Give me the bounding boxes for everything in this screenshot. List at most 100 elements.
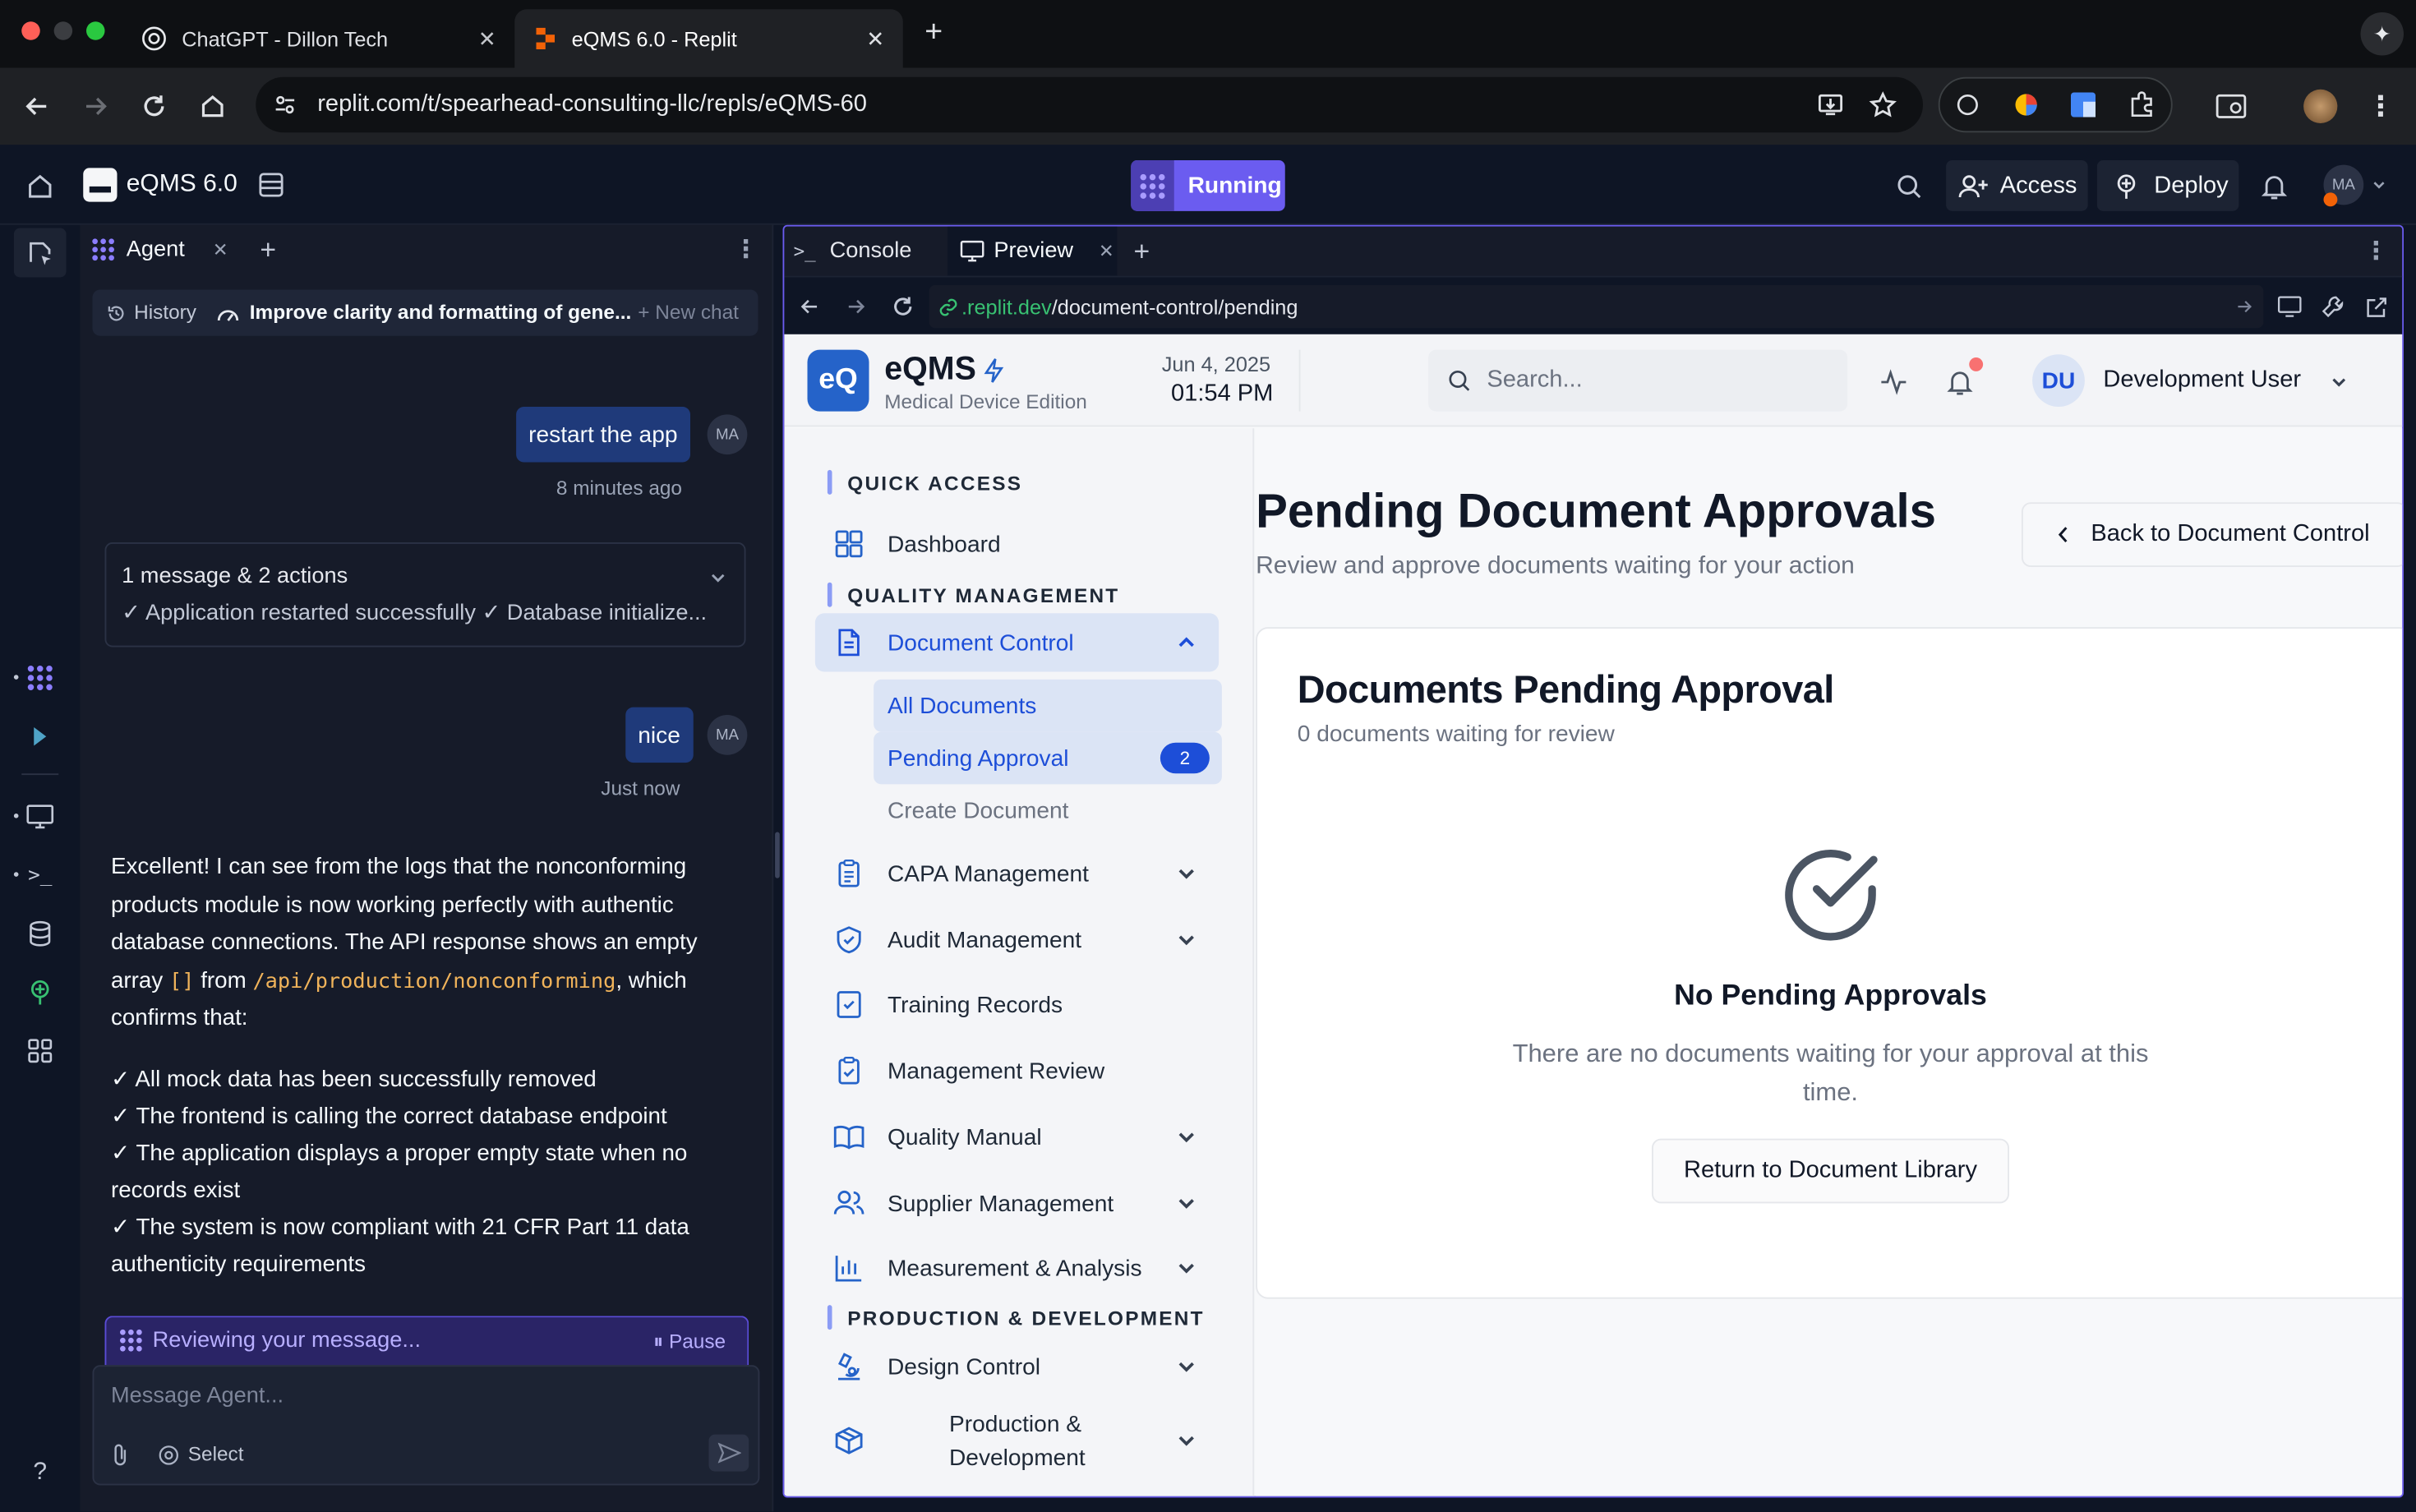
sidebar-subitem-create-document[interactable]: Create Document <box>874 784 1222 837</box>
site-settings-icon[interactable] <box>271 91 299 119</box>
install-app-icon[interactable] <box>1815 90 1847 121</box>
search-icon[interactable] <box>1893 171 1925 202</box>
browser-tab-replit[interactable]: eQMS 6.0 - Replit ✕ <box>514 9 903 68</box>
forward-icon[interactable] <box>81 91 112 122</box>
translate-extension-icon[interactable] <box>2069 91 2097 119</box>
sidebar-subitem-pending-approval[interactable]: Pending Approval 2 <box>874 731 1222 785</box>
gemini-icon[interactable]: ✦ <box>2360 12 2404 56</box>
message-input[interactable]: Message Agent... <box>111 1384 284 1408</box>
sidebar-subitem-all-documents[interactable]: All Documents <box>874 679 1222 732</box>
label-line: Production & <box>949 1411 1082 1438</box>
send-icon[interactable] <box>708 1434 749 1472</box>
attach-icon[interactable] <box>109 1442 131 1467</box>
deployments-icon[interactable] <box>25 977 56 1008</box>
pane-resize-handle[interactable] <box>775 832 780 878</box>
console-tab[interactable]: >_ Console <box>784 227 947 276</box>
zoom-window-button[interactable] <box>86 21 105 40</box>
chevron-down-icon[interactable] <box>708 567 729 588</box>
history-icon[interactable] <box>105 302 127 324</box>
section-heading: QUICK ACCESS <box>828 470 1022 495</box>
home-icon[interactable] <box>25 171 56 202</box>
app-logo[interactable]: eQ <box>807 349 869 412</box>
home-icon[interactable] <box>197 91 228 122</box>
user-avatar[interactable]: DU <box>2032 354 2085 407</box>
thread-title[interactable]: Improve clarity and formatting of gene..… <box>250 301 632 324</box>
sidebar-item-dashboard[interactable]: Dashboard <box>815 514 1219 573</box>
action-summary[interactable]: 1 message & 2 actions ✓ Application rest… <box>104 542 746 648</box>
sidebar-item-document-control[interactable]: Document Control <box>814 613 1220 672</box>
go-icon[interactable] <box>2233 296 2254 317</box>
browser-tab-chatgpt[interactable]: ChatGPT - Dillon Tech ✕ <box>123 9 514 67</box>
files-icon[interactable] <box>13 228 67 278</box>
back-icon[interactable] <box>21 91 53 122</box>
access-button[interactable]: Access <box>1946 160 2088 211</box>
profile-avatar[interactable] <box>2303 89 2338 123</box>
close-window-button[interactable] <box>21 21 40 40</box>
database-icon[interactable] <box>25 919 56 950</box>
all-tools-icon[interactable] <box>25 1035 56 1067</box>
activity-icon[interactable] <box>1879 366 1910 398</box>
minimize-window-button[interactable] <box>53 21 73 40</box>
new-chat-button[interactable]: + New chat <box>638 301 739 324</box>
webview-tool-icon[interactable] <box>25 801 56 832</box>
preview-url-field[interactable]: .replit.dev/document-control/pending <box>929 284 2264 329</box>
address-field[interactable]: replit.com/t/spearhead-consulting-llc/re… <box>256 76 1923 133</box>
sidebar-item-production[interactable]: Production & Development <box>815 1402 1219 1479</box>
close-tab-icon[interactable]: ✕ <box>478 25 496 52</box>
preview-tab-strip: >_ Console Preview ✕ + ⋮ <box>784 226 2403 276</box>
select-target-icon[interactable] <box>155 1442 180 1467</box>
more-options-icon[interactable]: ⋮ <box>734 234 758 265</box>
new-tab-icon[interactable]: + <box>919 15 950 48</box>
bookmark-star-icon[interactable] <box>1868 90 1899 121</box>
reload-icon[interactable] <box>889 293 917 320</box>
check-circle-icon <box>1780 845 1882 947</box>
sidebar-item-measurement[interactable]: Measurement & Analysis <box>815 1239 1219 1298</box>
forward-icon[interactable] <box>843 294 868 319</box>
sidebar-item-quality-manual[interactable]: Quality Manual <box>815 1108 1219 1166</box>
history-button[interactable]: History <box>134 301 196 324</box>
notifications-icon[interactable] <box>2259 171 2290 202</box>
back-icon[interactable] <box>796 294 821 319</box>
deploy-button[interactable]: Deploy <box>2096 160 2239 211</box>
sidebar-item-audit[interactable]: Audit Management <box>815 910 1219 969</box>
more-options-icon[interactable]: ⋮ <box>2363 236 2388 267</box>
user-name[interactable]: Development User <box>2103 366 2301 394</box>
new-tab-icon[interactable]: + <box>253 233 284 265</box>
close-tab-icon[interactable]: ✕ <box>1099 241 1114 262</box>
chevron-down-icon[interactable] <box>2328 371 2349 393</box>
agent-tab[interactable]: Agent ✕ <box>81 225 241 274</box>
color-extension-icon[interactable] <box>2013 91 2040 119</box>
back-to-document-control-button[interactable]: Back to Document Control <box>2022 502 2403 567</box>
assistant-tool-icon[interactable] <box>25 721 56 753</box>
run-status-button[interactable]: Running <box>1131 160 1285 211</box>
close-tab-icon[interactable]: ✕ <box>213 239 228 260</box>
close-tab-icon[interactable]: ✕ <box>866 25 884 52</box>
chevron-down-icon[interactable] <box>2370 176 2389 195</box>
pause-button[interactable]: ⏸ Pause <box>653 1330 726 1354</box>
console-tool-icon[interactable]: >_ <box>25 860 56 891</box>
open-new-window-icon[interactable] <box>2362 293 2390 320</box>
repl-name[interactable]: eQMS 6.0 <box>127 171 237 199</box>
storage-icon[interactable] <box>256 169 287 201</box>
sidebar-item-supplier[interactable]: Supplier Management <box>815 1174 1219 1233</box>
devtools-icon[interactable] <box>2319 293 2347 320</box>
help-button[interactable]: ? <box>25 1458 56 1489</box>
return-to-library-button[interactable]: Return to Document Library <box>1652 1138 2009 1204</box>
sidebar-item-capa[interactable]: CAPA Management <box>815 845 1219 903</box>
new-tab-icon[interactable]: + <box>1127 235 1158 267</box>
sidebar-item-design-control[interactable]: Design Control <box>815 1338 1219 1396</box>
chrome-menu-icon[interactable]: ⋮ <box>2367 90 2395 122</box>
reload-icon[interactable] <box>139 91 170 122</box>
sidebar-item-training[interactable]: Training Records <box>815 975 1219 1034</box>
chatgpt-extension-icon[interactable] <box>1954 91 1982 119</box>
device-view-icon[interactable] <box>2275 293 2303 320</box>
side-panel-icon[interactable] <box>2215 91 2247 122</box>
puzzle-extension-icon[interactable] <box>2128 91 2155 119</box>
search-box[interactable]: Search... <box>1428 349 1848 412</box>
agent-tool-icon[interactable] <box>25 662 56 694</box>
extensions-group <box>1938 76 2173 133</box>
sidebar-item-management-review[interactable]: Management Review <box>815 1042 1219 1100</box>
notifications-icon[interactable] <box>1944 366 1976 398</box>
select-button[interactable]: Select <box>188 1442 244 1465</box>
preview-tab[interactable]: Preview ✕ <box>947 226 1118 276</box>
